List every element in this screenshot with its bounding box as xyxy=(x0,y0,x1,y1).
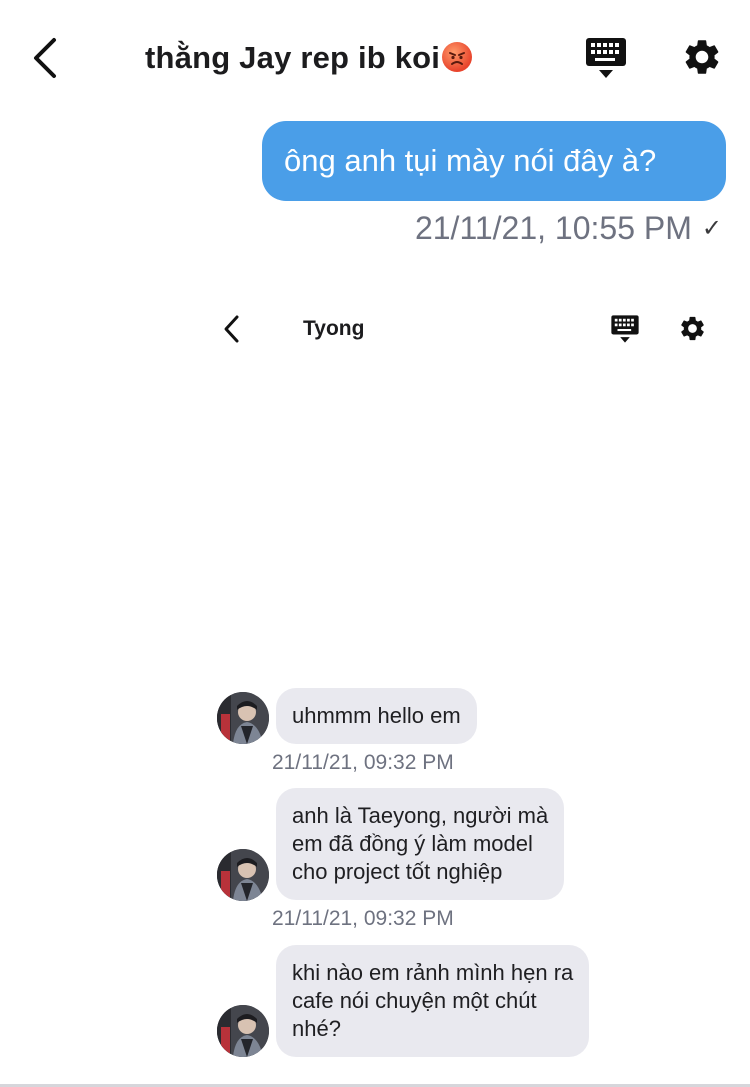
sent-message-timestamp: 21/11/21, 10:55 PM xyxy=(414,210,692,246)
message-line: uhmmm hello em xyxy=(292,703,461,728)
chat-title: thằng Jay rep ib koi xyxy=(145,40,473,76)
inner-keyboard-button xyxy=(610,313,640,345)
angry-face-emoji xyxy=(442,42,473,72)
chevron-left-icon xyxy=(224,315,239,343)
keyboard-button[interactable] xyxy=(584,36,628,80)
chevron-left-icon xyxy=(34,38,56,78)
message-line: cho project tốt nghiệp xyxy=(292,859,503,884)
received-message-bubble: uhmmm hello em xyxy=(276,688,477,744)
message-line: nhé? xyxy=(292,1016,341,1041)
keyboard-icon xyxy=(586,38,626,78)
message-line: cafe nói chuyện một chút xyxy=(292,988,537,1013)
gear-icon xyxy=(681,316,704,341)
message-line: em đã đồng ý làm model xyxy=(292,831,533,856)
received-message-bubble: anh là Taeyong, người mà em đã đồng ý là… xyxy=(276,788,565,900)
settings-button[interactable] xyxy=(681,36,723,78)
back-button[interactable] xyxy=(26,36,66,80)
received-message-bubble: khi nào em rảnh mình hẹn ra cafe nói chu… xyxy=(276,945,590,1057)
message-line: khi nào em rảnh mình hẹn ra xyxy=(292,960,574,985)
chat-header: thằng Jay rep ib koi xyxy=(0,0,750,115)
sent-message-text: ông anh tụi mày nói đây à? xyxy=(284,143,657,178)
inner-settings-button xyxy=(678,314,707,343)
sent-check-icon: ✓ xyxy=(701,215,722,242)
avatar xyxy=(217,1005,269,1057)
keyboard-icon xyxy=(611,315,639,343)
inner-back-button xyxy=(220,313,244,345)
sent-message-meta: 21/11/21, 10:55 PM ✓ xyxy=(415,210,722,247)
inner-chat-title: Tyong xyxy=(303,317,365,340)
message-timestamp: 21/11/21, 09:32 PM xyxy=(272,751,454,774)
gear-icon xyxy=(685,40,719,74)
avatar xyxy=(217,692,269,744)
message-timestamp: 21/11/21, 09:32 PM xyxy=(272,907,454,930)
chat-title-text: thằng Jay rep ib koi xyxy=(145,40,441,75)
inner-chat-header: Tyong xyxy=(0,300,750,360)
sent-message-bubble[interactable]: ông anh tụi mày nói đây à? xyxy=(262,121,726,201)
message-line: anh là Taeyong, người mà xyxy=(292,803,549,828)
avatar xyxy=(217,849,269,901)
